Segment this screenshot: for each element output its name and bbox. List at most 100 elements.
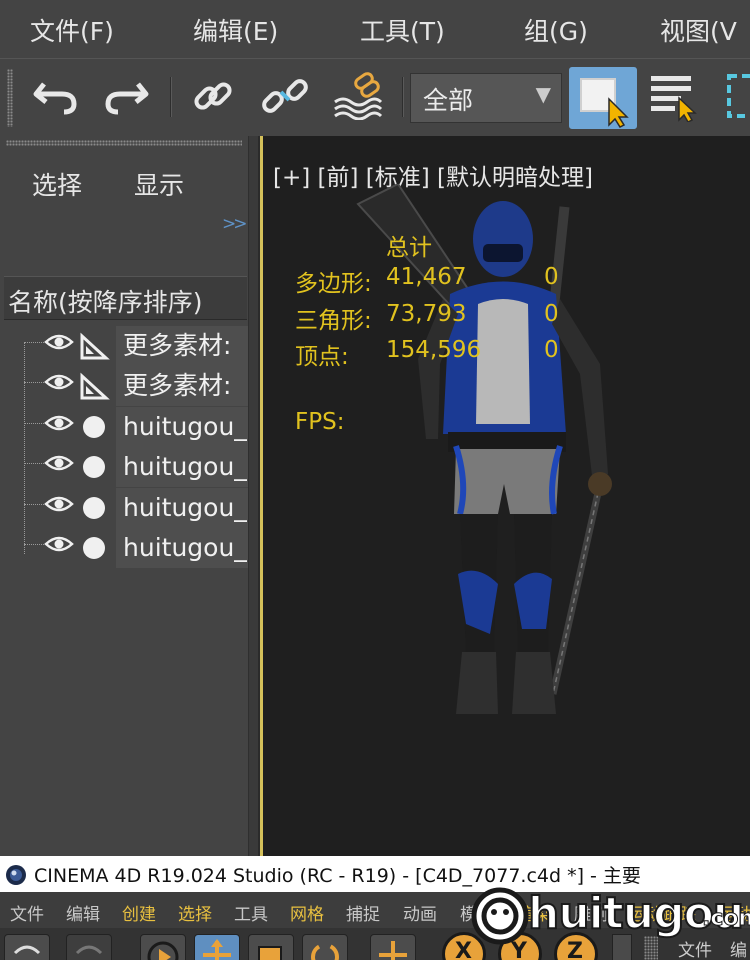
select-object-button[interactable] — [569, 67, 637, 129]
tree-row[interactable]: 更多素材: — [0, 326, 258, 366]
stats-vertices-total: 154,596 — [386, 337, 482, 363]
tree-row[interactable]: huitugou_ — [0, 528, 258, 568]
menu-select[interactable]: 选择 — [32, 166, 82, 202]
eye-icon[interactable] — [44, 494, 74, 514]
menu-bar: 文件(F) 编辑(E) 工具(T) 组(G) 视图(V — [0, 0, 750, 58]
tree-row[interactable]: huitugou_ — [0, 447, 258, 487]
tree-item-name: huitugou_ — [116, 407, 248, 447]
tree-row[interactable]: huitugou_ — [0, 407, 258, 447]
character-model[interactable] — [338, 182, 638, 744]
c4d-menu-tools[interactable]: 工具 — [234, 900, 268, 925]
eye-icon[interactable] — [44, 413, 74, 433]
stats-polygons-total: 41,467 — [386, 264, 467, 290]
character-model-render — [356, 182, 612, 714]
panel-resize-handle[interactable] — [248, 136, 258, 856]
scale-icon — [258, 946, 282, 960]
menu-views[interactable]: 视图(V — [660, 12, 737, 48]
c4d-menu-create[interactable]: 创建 — [122, 900, 156, 925]
menu-tools[interactable]: 工具(T) — [360, 12, 445, 48]
stats-vertices-label: 顶点: — [295, 344, 349, 370]
eye-icon[interactable] — [44, 372, 74, 392]
watermark-suffix: .com — [701, 906, 750, 932]
column-header-label: 名称(按降序排序) — [8, 288, 203, 317]
rotate-icon — [311, 943, 339, 960]
helper-icon — [80, 332, 110, 360]
move-icon — [203, 939, 231, 960]
link-icon — [194, 82, 232, 110]
main-toolbar: 全部 ▼ — [0, 58, 750, 136]
geometry-icon — [83, 537, 105, 559]
rectangular-region-icon — [727, 74, 750, 118]
menu-display[interactable]: 显示 — [134, 166, 184, 202]
tree-row[interactable]: huitugou_ — [0, 488, 258, 528]
tree-row[interactable]: 更多素材: — [0, 366, 258, 406]
stats-triangles-selected: 0 — [544, 301, 559, 327]
geometry-icon — [83, 497, 105, 519]
select-and-link-button[interactable] — [186, 69, 240, 123]
c4d-redo-button[interactable] — [66, 934, 112, 960]
bind-to-spacewarp-button[interactable] — [330, 69, 384, 123]
c4d-rotate-button[interactable] — [302, 934, 348, 960]
redo-icon — [75, 945, 103, 955]
geometry-icon — [83, 456, 105, 478]
redo-icon — [105, 82, 149, 115]
rectangular-region-button[interactable] — [712, 69, 750, 123]
c4d-live-select-button[interactable] — [140, 934, 186, 960]
cinema4d-logo-icon — [6, 865, 26, 885]
live-select-icon — [147, 941, 179, 960]
tree-item-name: 更多素材: — [116, 366, 248, 406]
undo-icon — [13, 945, 41, 955]
c4d-menu-snap[interactable]: 捕捉 — [346, 900, 380, 925]
c4d-undo-button[interactable] — [4, 934, 50, 960]
toolbar-separator — [402, 77, 404, 117]
select-object-icon — [580, 78, 629, 128]
eye-icon[interactable] — [44, 534, 74, 554]
selection-filter-dropdown[interactable]: 全部 ▼ — [410, 73, 562, 123]
c4d-menu-mesh[interactable]: 网格 — [290, 900, 324, 925]
c4d-menu-edit[interactable]: 编辑 — [66, 900, 100, 925]
name-column-header[interactable]: 名称(按降序排序) — [4, 276, 247, 320]
unlink-icon — [262, 79, 308, 113]
undo-icon — [33, 82, 77, 115]
select-by-name-button[interactable] — [646, 69, 700, 123]
select-by-name-icon — [651, 76, 697, 122]
tree-item-name: huitugou_ — [116, 528, 248, 568]
front-viewport[interactable]: [+] [前] [标准] [默认明暗处理] 总计 多边形: 41,467 0 三… — [260, 136, 750, 856]
stats-polygons-label: 多边形: — [295, 271, 372, 297]
menu-edit[interactable]: 编辑(E) — [193, 12, 278, 48]
stats-triangles-total: 73,793 — [386, 301, 467, 327]
stats-header: 总计 — [386, 235, 432, 261]
toolbar-separator — [170, 77, 172, 117]
eye-icon[interactable] — [44, 453, 74, 473]
expand-chevron-icon[interactable]: >> — [222, 214, 247, 234]
stats-vertices-selected: 0 — [544, 337, 559, 363]
stats-triangles-label: 三角形: — [295, 308, 372, 334]
stats-polygons-selected: 0 — [544, 264, 559, 290]
chevron-down-icon: ▼ — [535, 82, 551, 106]
selection-filter-value: 全部 — [423, 86, 474, 115]
c4d-transform-button[interactable] — [370, 934, 416, 960]
c4d-menu-select[interactable]: 选择 — [178, 900, 212, 925]
unlink-selection-button[interactable] — [258, 69, 312, 123]
stats-fps-label: FPS: — [295, 409, 345, 435]
eye-icon[interactable] — [44, 332, 74, 352]
redo-button[interactable] — [100, 69, 154, 123]
transform-icon — [379, 941, 407, 960]
tree-item-name: 更多素材: — [116, 326, 248, 366]
undo-button[interactable] — [28, 69, 82, 123]
c4d-move-button[interactable] — [194, 934, 240, 960]
bind-spacewarp-icon — [334, 72, 383, 120]
c4d-menu-animate[interactable]: 动画 — [403, 900, 437, 925]
watermark: huitugou .com — [470, 880, 750, 960]
geometry-icon — [83, 416, 105, 438]
tree-item-name: huitugou_ — [116, 488, 248, 528]
menu-group[interactable]: 组(G) — [524, 12, 588, 48]
toolbar-grip[interactable] — [7, 69, 13, 127]
tree-item-name: huitugou_ — [116, 447, 248, 487]
helper-icon — [80, 372, 110, 400]
c4d-scale-button[interactable] — [248, 934, 294, 960]
menu-file[interactable]: 文件(F) — [30, 12, 114, 48]
watermark-logo-icon — [471, 887, 529, 945]
c4d-menu-file[interactable]: 文件 — [10, 900, 44, 925]
panel-grip[interactable] — [6, 140, 242, 146]
